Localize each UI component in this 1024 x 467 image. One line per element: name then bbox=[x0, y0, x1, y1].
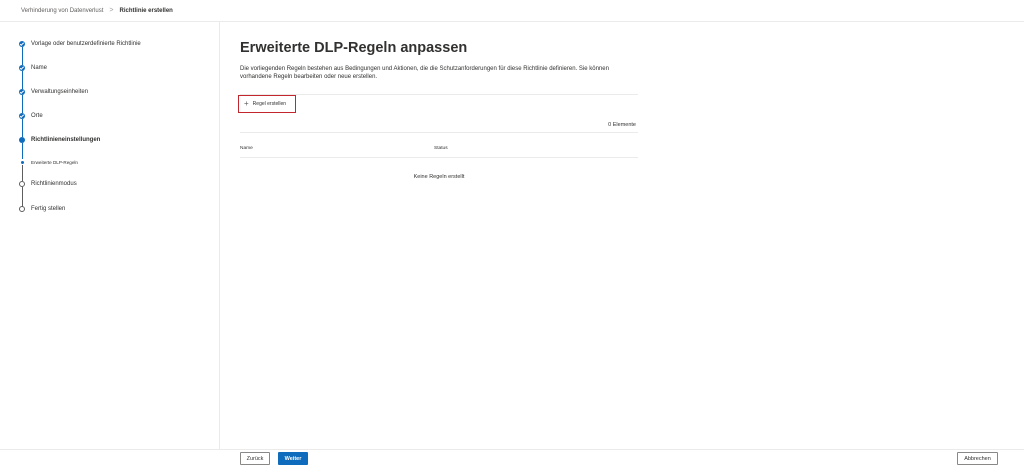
step-pending-icon bbox=[19, 181, 25, 187]
next-button[interactable]: Weiter bbox=[278, 452, 308, 465]
breadcrumb-current: Richtlinie erstellen bbox=[119, 7, 173, 14]
divider bbox=[240, 94, 638, 95]
step-connector bbox=[21, 119, 23, 137]
step-pending-icon bbox=[19, 206, 25, 212]
step-current-icon bbox=[19, 137, 25, 143]
create-rule-label: Regel erstellen bbox=[252, 101, 287, 107]
breadcrumb-link-dlp[interactable]: Verhinderung von Datenverlust bbox=[21, 8, 103, 14]
table-header-divider bbox=[240, 157, 638, 158]
wizard-step-policy-settings[interactable]: Richtlinieneinstellungen bbox=[31, 137, 100, 143]
page-description: Die vorliegenden Regeln bestehen aus Bed… bbox=[240, 66, 609, 80]
wizard-step-template[interactable]: Vorlage oder benutzerdefinierte Richtlin… bbox=[31, 41, 141, 47]
step-connector bbox=[21, 165, 23, 181]
step-connector bbox=[21, 187, 23, 207]
step-completed-icon bbox=[19, 113, 25, 119]
wizard-step-locations[interactable]: Orte bbox=[31, 113, 43, 119]
back-button[interactable]: Zurück bbox=[240, 452, 270, 465]
create-rule-button[interactable]: + Regel erstellen bbox=[238, 95, 296, 113]
wizard-step-finish: Fertig stellen bbox=[31, 206, 66, 212]
step-completed-icon bbox=[19, 41, 25, 47]
breadcrumb-separator: > bbox=[109, 7, 114, 14]
item-count: 0 Elemente bbox=[608, 122, 636, 128]
divider bbox=[240, 132, 638, 133]
cancel-button[interactable]: Abbrechen bbox=[957, 452, 998, 465]
empty-state-message: Keine Regeln erstellt bbox=[413, 174, 465, 180]
column-header-name[interactable]: Name bbox=[240, 146, 253, 151]
step-connector bbox=[21, 71, 23, 89]
step-completed-icon bbox=[19, 65, 25, 71]
page-title: Erweiterte DLP-Regeln anpassen bbox=[240, 40, 468, 56]
wizard-step-policy-mode: Richtlinienmodus bbox=[31, 181, 77, 187]
wizard-substep-advanced-dlp-rules[interactable]: Erweiterte DLP-Regeln bbox=[31, 160, 78, 165]
wizard-step-name[interactable]: Name bbox=[31, 65, 47, 71]
step-connector bbox=[21, 143, 23, 159]
step-connector bbox=[21, 47, 23, 65]
wizard-step-admin-units[interactable]: Verwaltungseinheiten bbox=[31, 89, 88, 95]
wizard-sidebar: Vorlage oder benutzerdefinierte Richtlin… bbox=[0, 22, 220, 449]
column-header-status[interactable]: Status bbox=[434, 146, 448, 151]
breadcrumb: Verhinderung von Datenverlust > Richtlin… bbox=[0, 0, 1024, 22]
plus-icon: + bbox=[244, 99, 249, 108]
wizard-footer: Zurück Weiter Abbrechen bbox=[0, 449, 1024, 467]
step-completed-icon bbox=[19, 89, 25, 95]
substep-current-icon bbox=[20, 160, 24, 164]
step-connector bbox=[21, 95, 23, 113]
